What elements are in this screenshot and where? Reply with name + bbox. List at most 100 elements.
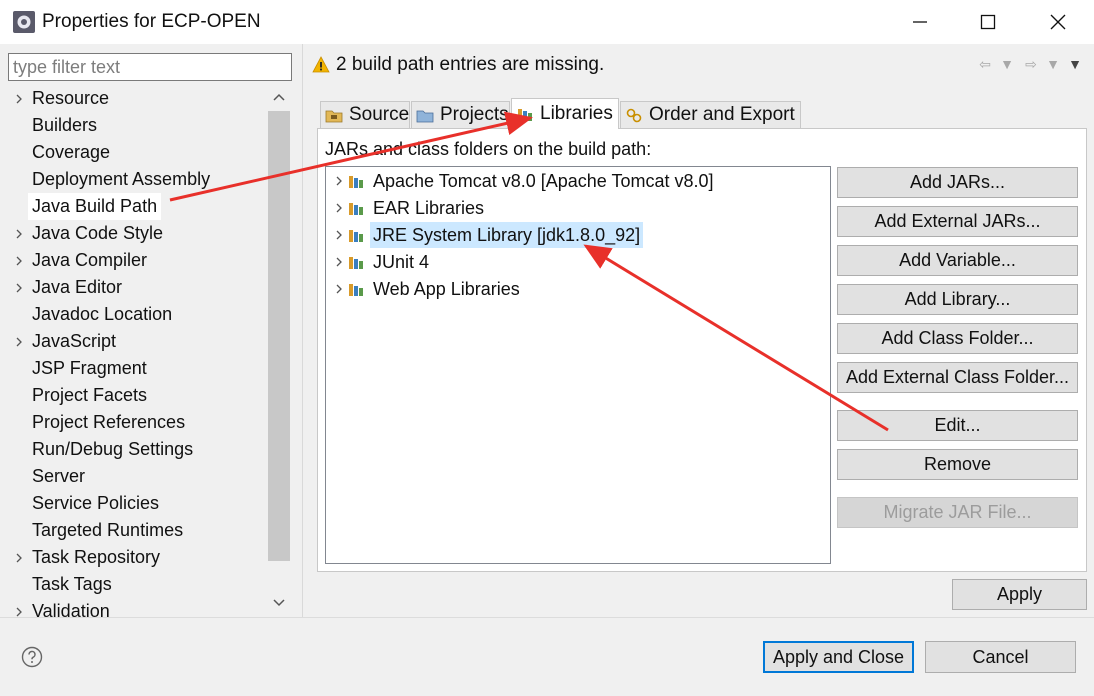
nav-item-project-references[interactable]: Project References <box>8 409 266 436</box>
chevron-down-icon <box>273 599 285 607</box>
nav-item-server[interactable]: Server <box>8 463 266 490</box>
nav-item-label: Deployment Assembly <box>32 169 211 189</box>
cancel-button[interactable]: Cancel <box>925 641 1076 673</box>
chevron-right-icon[interactable] <box>334 203 344 213</box>
forward-menu-chevron-icon[interactable]: ▼ <box>1044 56 1062 72</box>
close-button[interactable] <box>1029 0 1087 44</box>
chevron-right-icon[interactable] <box>14 94 24 104</box>
maximize-button[interactable] <box>959 0 1017 44</box>
minimize-button[interactable] <box>891 0 949 44</box>
window-title: Properties for ECP-OPEN <box>42 11 261 32</box>
back-arrow-icon[interactable]: ⇦ <box>976 56 994 72</box>
library-label: JRE System Library [jdk1.8.0_92] <box>370 222 644 248</box>
view-menu-icon[interactable]: ▼ <box>1066 56 1084 72</box>
add-external-jars-button[interactable]: Add External JARs... <box>837 206 1078 237</box>
add-library-button[interactable]: Add Library... <box>837 284 1078 315</box>
projects-folder-icon <box>416 110 434 123</box>
nav-item-jsp-fragment[interactable]: JSP Fragment <box>8 355 266 382</box>
warning-icon <box>312 56 330 73</box>
tab-label: Source <box>349 104 410 125</box>
add-class-folder-button[interactable]: Add Class Folder... <box>837 323 1078 354</box>
tab-strip: Source Projects Libraries Order and Expo… <box>317 98 1087 129</box>
scroll-up-button[interactable] <box>266 85 292 109</box>
forward-arrow-icon[interactable]: ⇨ <box>1022 56 1040 72</box>
nav-item-task-tags[interactable]: Task Tags <box>8 571 266 598</box>
chevron-right-icon[interactable] <box>14 256 24 266</box>
libraries-label: JARs and class folders on the build path… <box>325 139 652 159</box>
nav-item-task-repository[interactable]: Task Repository <box>8 544 266 571</box>
nav-item-java-code-style[interactable]: Java Code Style <box>8 220 266 247</box>
order-export-icon <box>626 108 642 123</box>
edit-button[interactable]: Edit... <box>837 410 1078 441</box>
nav-item-label: Validation <box>32 601 110 617</box>
tab-source[interactable]: Source <box>320 101 410 128</box>
nav-item-label: Targeted Runtimes <box>32 520 184 540</box>
nav-item-label: Task Tags <box>32 574 112 594</box>
nav-item-label: Resource <box>32 88 110 108</box>
library-jar-icon <box>349 203 363 215</box>
library-label: JUnit 4 <box>373 252 430 272</box>
chevron-right-icon[interactable] <box>14 337 24 347</box>
source-folder-icon <box>325 110 343 123</box>
nav-item-label: Project Facets <box>32 385 148 405</box>
chevron-right-icon[interactable] <box>334 257 344 267</box>
chevron-right-icon[interactable] <box>14 607 24 617</box>
nav-item-coverage[interactable]: Coverage <box>8 139 266 166</box>
nav-item-builders[interactable]: Builders <box>8 112 266 139</box>
migrate-jar-file-button[interactable]: Migrate JAR File... <box>837 497 1078 528</box>
tab-label: Order and Export <box>649 104 795 125</box>
chevron-right-icon[interactable] <box>14 283 24 293</box>
nav-item-label: Java Build Path <box>28 193 162 220</box>
tab-order-and-export[interactable]: Order and Export <box>620 101 801 128</box>
nav-item-service-policies[interactable]: Service Policies <box>8 490 266 517</box>
nav-item-java-compiler[interactable]: Java Compiler <box>8 247 266 274</box>
chevron-right-icon[interactable] <box>334 284 344 294</box>
add-external-class-folder-button[interactable]: Add External Class Folder... <box>837 362 1078 393</box>
nav-scrollbar[interactable] <box>266 85 292 617</box>
chevron-right-icon[interactable] <box>334 176 344 186</box>
add-variable-button[interactable]: Add Variable... <box>837 245 1078 276</box>
nav-item-javascript[interactable]: JavaScript <box>8 328 266 355</box>
page-message: 2 build path entries are missing. <box>336 54 605 75</box>
nav-item-validation[interactable]: Validation <box>8 598 266 617</box>
maximize-icon <box>980 14 996 30</box>
add-jars-button[interactable]: Add JARs... <box>837 167 1078 198</box>
apply-button[interactable]: Apply <box>952 579 1087 610</box>
libraries-icon <box>518 109 532 121</box>
property-page-tree: Resource Builders Coverage Deployment As… <box>8 85 292 617</box>
chevron-right-icon[interactable] <box>14 553 24 563</box>
filter-input[interactable] <box>8 53 292 81</box>
nav-item-javadoc-location[interactable]: Javadoc Location <box>8 301 266 328</box>
eclipse-properties-icon <box>13 11 35 33</box>
chevron-up-icon <box>273 93 285 101</box>
nav-item-label: JSP Fragment <box>32 358 147 378</box>
chevron-right-icon[interactable] <box>334 230 344 240</box>
nav-item-label: Server <box>32 466 86 486</box>
apply-and-close-button[interactable]: Apply and Close <box>763 641 914 673</box>
nav-item-label: Project References <box>32 412 186 432</box>
pane-splitter[interactable] <box>302 44 303 617</box>
library-label: EAR Libraries <box>373 198 485 218</box>
nav-item-project-facets[interactable]: Project Facets <box>8 382 266 409</box>
nav-item-java-build-path[interactable]: Java Build Path <box>8 193 266 220</box>
remove-button[interactable]: Remove <box>837 449 1078 480</box>
nav-item-run-debug-settings[interactable]: Run/Debug Settings <box>8 436 266 463</box>
nav-item-deployment-assembly[interactable]: Deployment Assembly <box>8 166 266 193</box>
scroll-thumb[interactable] <box>268 111 290 561</box>
nav-item-label: Java Editor <box>32 277 123 297</box>
nav-item-label: Java Compiler <box>32 250 148 270</box>
nav-item-java-editor[interactable]: Java Editor <box>8 274 266 301</box>
tab-label: Projects <box>440 104 509 125</box>
chevron-right-icon[interactable] <box>14 229 24 239</box>
help-icon[interactable] <box>21 646 43 668</box>
nav-item-label: Javadoc Location <box>32 304 173 324</box>
nav-item-targeted-runtimes[interactable]: Targeted Runtimes <box>8 517 266 544</box>
back-menu-chevron-icon[interactable]: ▼ <box>998 56 1016 72</box>
libraries-tree[interactable]: Apache Tomcat v8.0 [Apache Tomcat v8.0] … <box>325 166 831 564</box>
nav-item-label: Builders <box>32 115 98 135</box>
minimize-icon <box>913 21 927 23</box>
tab-libraries[interactable]: Libraries <box>511 98 619 129</box>
scroll-down-button[interactable] <box>266 591 292 615</box>
nav-item-resource[interactable]: Resource <box>8 85 266 112</box>
tab-projects[interactable]: Projects <box>411 101 510 128</box>
